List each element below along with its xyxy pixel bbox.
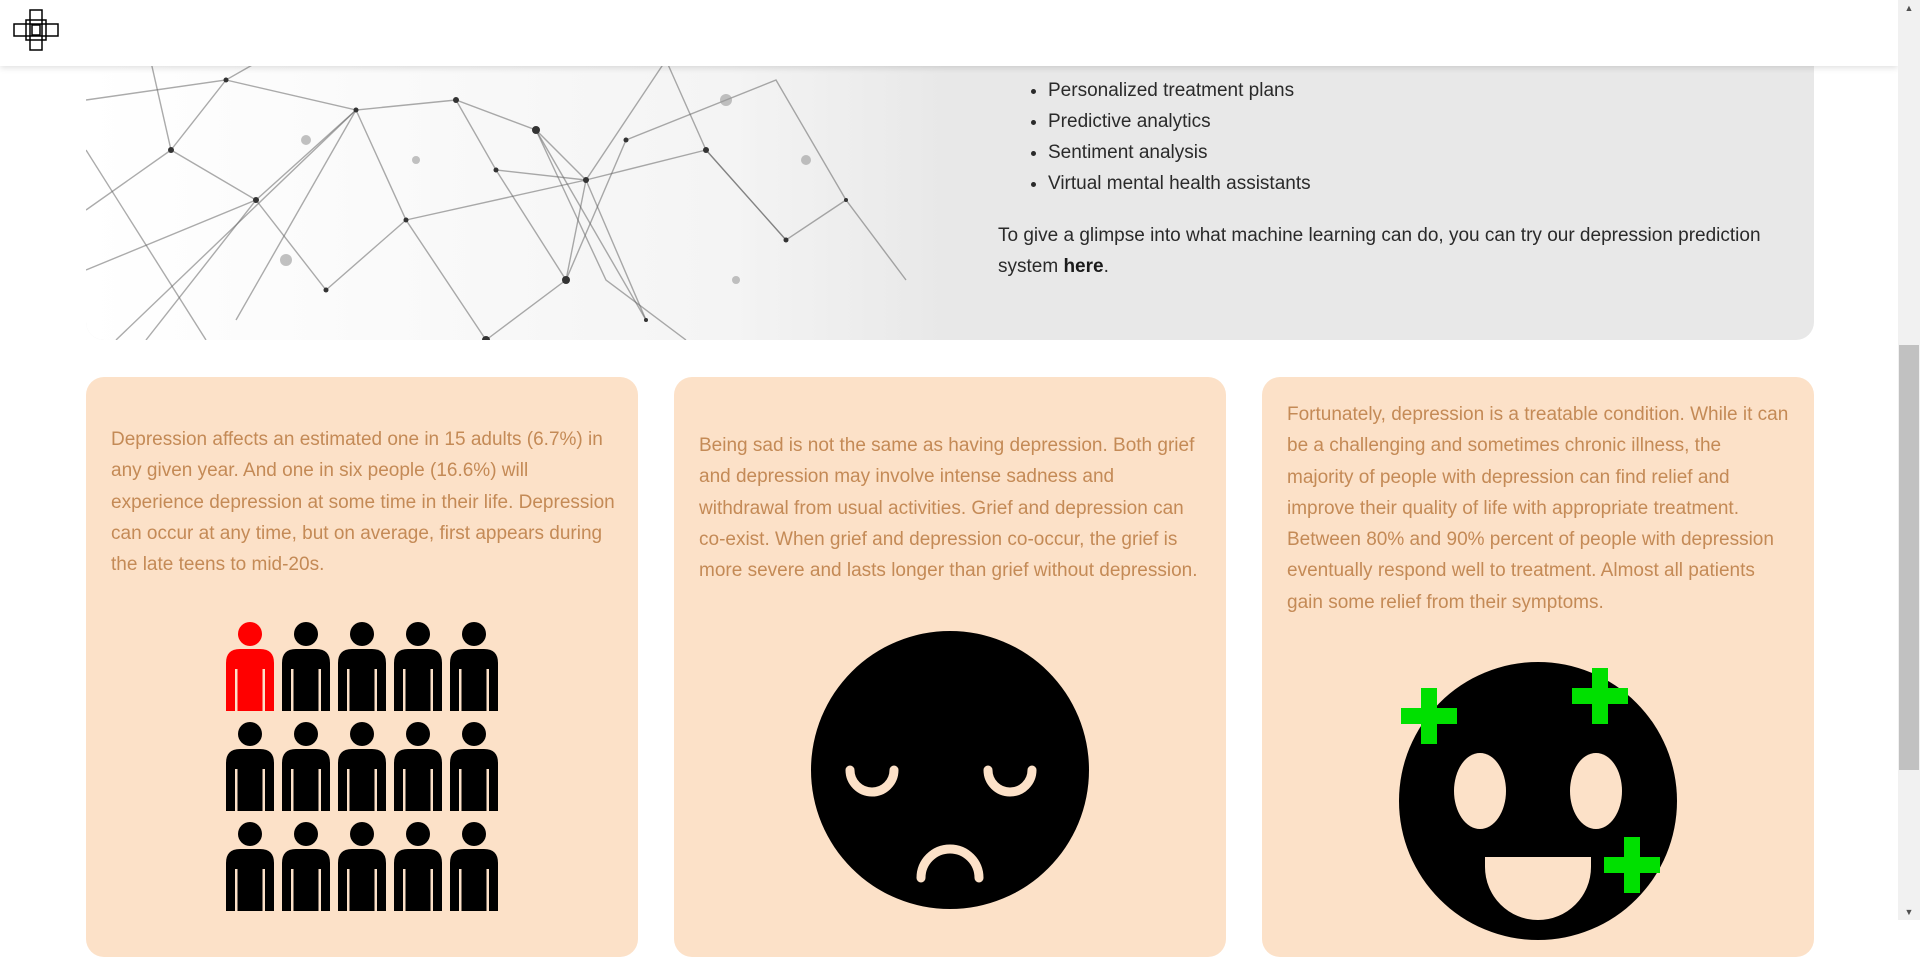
- happy-face-icon: [1399, 662, 1677, 940]
- network-graph-image: [86, 40, 946, 340]
- scrollbar-thumb[interactable]: [1899, 345, 1919, 770]
- ml-feature-section: Personalized treatment plans Predictive …: [86, 40, 1814, 340]
- person-icon: [338, 722, 386, 811]
- person-icon: [226, 722, 274, 811]
- person-icon: [282, 722, 330, 811]
- top-navbar: [0, 0, 1898, 66]
- grief-card: Being sad is not the same as having depr…: [674, 377, 1226, 957]
- person-icon: [394, 822, 442, 911]
- prediction-system-paragraph: To give a glimpse into what machine lear…: [998, 220, 1778, 282]
- list-item: Predictive analytics: [1048, 106, 1778, 137]
- person-icon: [394, 622, 442, 711]
- logo-icon[interactable]: [12, 8, 60, 52]
- ml-applications-list: Personalized treatment plans Predictive …: [998, 75, 1778, 199]
- card-text: Being sad is not the same as having depr…: [699, 435, 1198, 582]
- sad-face-icon: [811, 631, 1089, 909]
- person-icon: [338, 622, 386, 711]
- person-icon: [226, 822, 274, 911]
- card-text: Depression affects an estimated one in 1…: [111, 429, 615, 576]
- paragraph-end: .: [1103, 256, 1109, 277]
- paragraph-text: To give a glimpse into what machine lear…: [998, 225, 1761, 277]
- scroll-up-arrow-icon[interactable]: ▲: [1899, 0, 1919, 16]
- person-icon: [282, 622, 330, 711]
- person-icon: [226, 622, 274, 711]
- list-item: Sentiment analysis: [1048, 137, 1778, 168]
- treatment-card: Fortunately, depression is a treatable c…: [1262, 377, 1814, 957]
- person-icon: [282, 822, 330, 911]
- person-icon: [450, 822, 498, 911]
- list-item: Virtual mental health assistants: [1048, 168, 1778, 199]
- person-icon: [450, 622, 498, 711]
- person-icon: [338, 822, 386, 911]
- person-icon: [394, 722, 442, 811]
- card-text: Fortunately, depression is a treatable c…: [1287, 404, 1789, 613]
- prediction-system-link[interactable]: here: [1063, 256, 1103, 277]
- scroll-down-arrow-icon[interactable]: ▼: [1899, 904, 1919, 920]
- list-item: Personalized treatment plans: [1048, 75, 1778, 106]
- people-grid-icon: [222, 621, 502, 951]
- prevalence-card: Depression affects an estimated one in 1…: [86, 377, 638, 957]
- person-icon: [450, 722, 498, 811]
